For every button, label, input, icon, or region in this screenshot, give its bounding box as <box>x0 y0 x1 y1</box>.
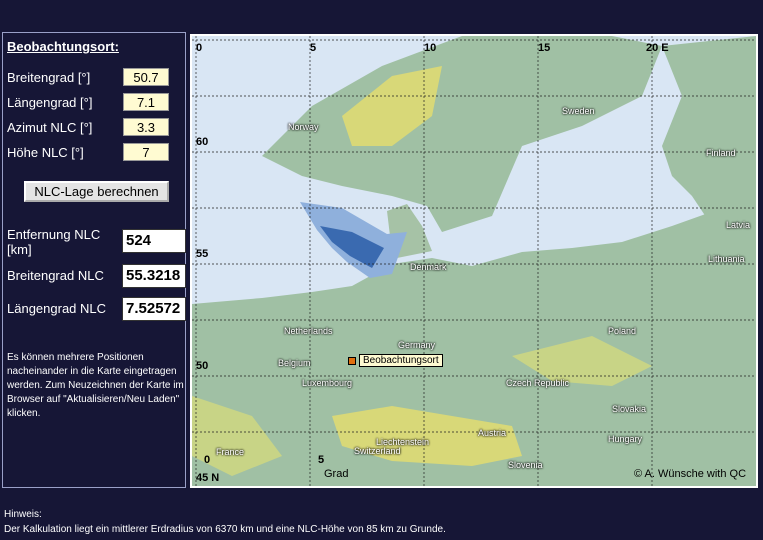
elevation-label: Höhe NLC [°] <box>7 145 84 160</box>
label-lithuania: Lithuania <box>708 254 745 264</box>
label-netherlands: Netherlands <box>284 326 333 336</box>
footer-note: Hinweis: Der Kalkulation liegt ein mittl… <box>4 507 446 537</box>
latitude-label: Breitengrad [°] <box>7 70 91 85</box>
azimuth-input[interactable]: 3.3 <box>123 118 169 136</box>
footer-text: Der Kalkulation liegt ein mittlerer Erdr… <box>4 524 446 535</box>
calculate-nlc-button[interactable]: NLC-Lage berechnen <box>24 181 169 202</box>
lat-tick-55: 55 <box>196 248 209 260</box>
lon-tick-10: 10 <box>424 42 437 54</box>
nlc-latitude-label: Breitengrad NLC <box>7 268 104 283</box>
grad-label: Grad <box>324 468 349 480</box>
lat-tick-60: 60 <box>196 136 209 148</box>
longitude-input[interactable]: 7.1 <box>123 93 169 111</box>
panel-heading: Beobachtungsort: <box>7 39 119 54</box>
marker-label: Beobachtungsort <box>359 354 443 367</box>
input-panel: Beobachtungsort: Breitengrad [°] 50.7 Lä… <box>2 32 186 488</box>
lat-tick-50: 50 <box>196 360 209 372</box>
lon-tick-15: 15 <box>538 42 551 54</box>
latitude-input[interactable]: 50.7 <box>123 68 169 86</box>
marker-square <box>348 357 356 365</box>
label-austria: Austria <box>478 428 507 438</box>
label-finland: Finland <box>706 148 736 158</box>
label-czech-republic: Czech Republic <box>506 378 570 388</box>
label-denmark: Denmark <box>410 262 447 272</box>
nlc-map: 0 5 10 15 20 E 60 55 50 45 N Norway Swed… <box>190 34 758 488</box>
label-slovakia: Slovakia <box>612 404 647 414</box>
distance-label: Entfernung NLC [km] <box>7 227 101 257</box>
footer-heading: Hinweis: <box>4 509 42 520</box>
label-france: France <box>216 447 245 457</box>
lon-tick-20: 20 E <box>646 42 669 54</box>
info-note: Es können mehrere Positionen nacheinande… <box>7 352 184 419</box>
label-norway: Norway <box>288 122 319 132</box>
bottom-tick-5: 5 <box>318 454 325 466</box>
azimuth-label: Azimut NLC [°] <box>7 120 93 135</box>
map-graphic <box>192 36 756 486</box>
nlc-latitude-output: 55.3218 <box>122 264 186 288</box>
label-sweden: Sweden <box>562 106 595 116</box>
label-slovenia: Slovenia <box>508 460 543 470</box>
elevation-input[interactable]: 7 <box>123 143 169 161</box>
lat-tick-45: 45 N <box>196 472 220 484</box>
label-germany: Germany <box>398 340 436 350</box>
label-hungary: Hungary <box>608 434 643 444</box>
label-poland: Poland <box>608 326 637 336</box>
lon-tick-5: 5 <box>310 42 317 54</box>
longitude-label: Längengrad [°] <box>7 95 93 110</box>
label-luxembourg: Luxembourg <box>302 378 353 388</box>
bottom-tick-0: 0 <box>204 454 211 466</box>
map-credit: © A. Wünsche with QC <box>634 468 747 480</box>
nlc-longitude-output: 7.52572 <box>122 297 186 321</box>
label-latvia: Latvia <box>726 220 751 230</box>
label-belgium: Belgium <box>278 358 311 368</box>
lon-tick-0: 0 <box>196 42 203 54</box>
nlc-longitude-label: Längengrad NLC <box>7 301 107 316</box>
distance-output: 524 <box>122 229 186 253</box>
label-switzerland: Switzerland <box>354 446 401 456</box>
